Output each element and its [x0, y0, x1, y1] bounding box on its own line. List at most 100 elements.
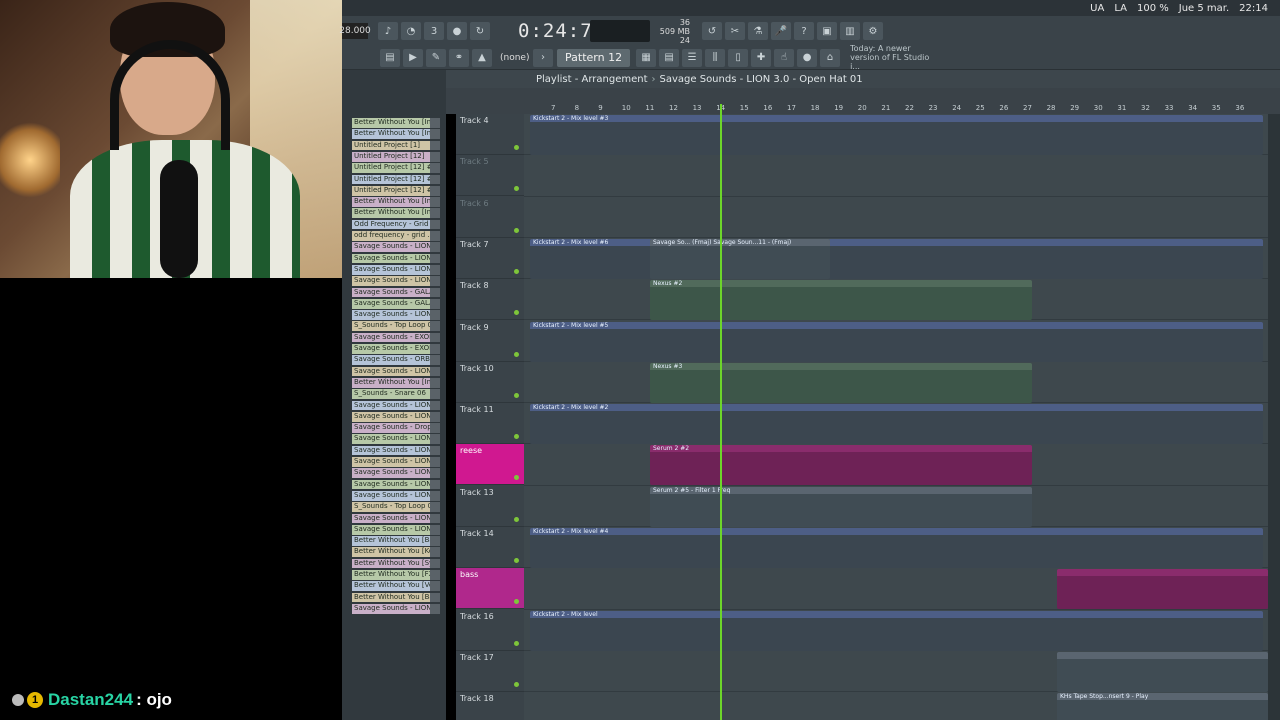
browser-item[interactable]: Savage Sounds - LION ...	[352, 411, 440, 422]
pattern-clip[interactable]: Savage So... (Fmaj) Savage Soun...11 - (…	[650, 238, 830, 279]
browser-item[interactable]: Savage Sounds - LION ...	[352, 468, 440, 479]
save-icon[interactable]: ▣	[817, 22, 837, 40]
browser-item[interactable]: Savage Sounds - LION ...	[352, 253, 440, 264]
track-header[interactable]: Track 6	[456, 197, 524, 238]
link-icon[interactable]: ⚭	[449, 48, 469, 67]
track-led-icon[interactable]	[514, 599, 519, 605]
track-led-icon[interactable]	[514, 640, 519, 646]
menubar-item[interactable]: LA	[1114, 3, 1127, 14]
track-led-icon[interactable]	[514, 392, 519, 398]
browser-item[interactable]: Savage Sounds - GALA...	[352, 298, 440, 309]
track-header[interactable]: Track 10	[456, 362, 524, 403]
track-header[interactable]: Track 11	[456, 403, 524, 445]
playlist-grid[interactable]: Kickstart 2 - Mix level #3 Kickstart 2 - …	[524, 114, 1268, 720]
browser-item[interactable]: Better Without You [Ins...	[352, 377, 440, 388]
vertical-scrollbar[interactable]	[1268, 114, 1280, 720]
stamp-icon[interactable]: ▲	[472, 48, 492, 67]
pattern-clip[interactable]: Kickstart 2 - Mix level #4	[530, 528, 1263, 568]
browser-item[interactable]: Savage Sounds - ORBI...	[352, 355, 440, 366]
track-header[interactable]: Track 17	[456, 651, 524, 692]
countdown-icon[interactable]: 3	[424, 22, 444, 40]
track-led-icon[interactable]	[514, 516, 519, 522]
track-led-icon[interactable]	[514, 268, 519, 274]
wait-icon[interactable]: ◔	[401, 22, 421, 40]
track-header[interactable]: reese	[456, 444, 524, 486]
browser-item[interactable]: Savage Sounds - EXOD...	[352, 332, 440, 343]
browser-item[interactable]: S_Sounds - Top Loop 01	[352, 321, 440, 332]
browser-item[interactable]: Odd Frequency - Grid	[352, 219, 440, 230]
browser-item[interactable]: Better Without You [Vo...	[352, 581, 440, 592]
browser-item[interactable]: Savage Sounds - LION ...	[352, 445, 440, 456]
track-led-icon[interactable]	[514, 475, 519, 481]
clock[interactable]: 22:14	[1239, 3, 1268, 14]
brush-icon[interactable]: ✎	[426, 48, 446, 67]
track-header[interactable]: bass	[456, 568, 524, 610]
record-icon[interactable]: ●	[797, 48, 818, 67]
playhead[interactable]	[720, 104, 722, 720]
pattern-clip[interactable]: Kickstart 2 - Mix level	[530, 610, 1263, 651]
pattern-clip[interactable]: KHs Tape Stop...nsert 9 - Play	[1057, 693, 1268, 720]
pattern-clip[interactable]	[1057, 651, 1268, 692]
cut-icon[interactable]: ✂	[725, 22, 745, 40]
track-header[interactable]: Track 18	[456, 692, 524, 720]
browser-item[interactable]: Savage Sounds - LION ...	[352, 264, 440, 275]
browser-item[interactable]: S_Sounds - Top Loop 02	[352, 502, 440, 512]
pattern-clip[interactable]: Kickstart 2 - Mix level #6	[530, 238, 1263, 279]
pattern-clip[interactable]	[1057, 569, 1268, 610]
browser-item[interactable]: Savage Sounds - LION ...	[352, 479, 440, 490]
track-header[interactable]: Track 8	[456, 279, 524, 321]
browser-item[interactable]: Untitled Project [12] #4	[352, 185, 440, 196]
timeline-ruler[interactable]: 7891011121314151617181920212223242526272…	[446, 88, 1280, 114]
menubar-item[interactable]: UA	[1090, 3, 1104, 14]
snap-select[interactable]: (none)	[500, 53, 530, 63]
browser-item[interactable]: Better Without You [Sy...	[352, 558, 440, 569]
browser-item[interactable]: Untitled Project [12] #3	[352, 174, 440, 185]
play-icon[interactable]: ▶	[403, 48, 423, 67]
pattern-clip[interactable]: Nexus #3	[650, 362, 1032, 403]
track-header[interactable]: Track 5	[456, 155, 524, 197]
browser-item[interactable]: Savage Sounds - LION ...	[352, 366, 440, 377]
browser-item[interactable]: Untitled Project [1]	[352, 140, 440, 151]
loop-icon[interactable]: ↻	[470, 22, 490, 40]
track-lane[interactable]	[524, 197, 1268, 238]
browser-item[interactable]: Savage Sounds - LION ...	[352, 490, 440, 501]
track-led-icon[interactable]	[514, 434, 519, 440]
touch-icon[interactable]: ☝	[774, 48, 795, 67]
piano-roll-icon[interactable]: ▤	[659, 48, 680, 67]
mic-icon[interactable]: 🎤	[771, 22, 791, 40]
track-header[interactable]: Track 16	[456, 610, 524, 651]
browser-item[interactable]: Better Without You [Ins...	[352, 129, 440, 140]
browser-icon[interactable]: ▯	[728, 48, 749, 67]
browser-item[interactable]: Better Without You [Ins...	[352, 208, 440, 219]
browser-item[interactable]: Savage Sounds - LION ...	[352, 276, 440, 286]
mixer-icon[interactable]: ▥	[840, 22, 860, 40]
track-header[interactable]: Track 4	[456, 114, 524, 155]
browser-item[interactable]: Savage Sounds - Drop ...	[352, 423, 440, 433]
track-led-icon[interactable]	[514, 558, 519, 563]
help-icon[interactable]: ?	[794, 22, 814, 40]
track-header[interactable]: Track 13	[456, 486, 524, 527]
track-header[interactable]: Track 14	[456, 527, 524, 568]
browser-item[interactable]: Savage Sounds - LION ...	[352, 524, 440, 535]
pattern-clip[interactable]: Nexus #2	[650, 280, 1032, 321]
browser-item[interactable]: Better Without You [Ins...	[352, 118, 440, 128]
pattern-clip[interactable]: Serum 2 #2	[650, 445, 1032, 486]
browser-item[interactable]: S_Sounds - Snare 06	[352, 389, 440, 399]
track-led-icon[interactable]	[514, 145, 519, 150]
pattern-clip[interactable]: Kickstart 2 - Mix level #3	[530, 115, 1263, 155]
tempo-display[interactable]: 28.000	[339, 23, 371, 39]
date[interactable]: Jue 5 mar.	[1179, 3, 1229, 14]
browser-item[interactable]: Untitled Project [12]	[352, 151, 440, 162]
browser-item[interactable]: Savage Sounds - LION ...	[352, 457, 440, 467]
playlist-icon[interactable]: ▤	[380, 48, 400, 67]
browser-item[interactable]: Savage Sounds - LION ...	[352, 400, 440, 411]
record-blend-icon[interactable]: ●	[447, 22, 467, 40]
browser-item[interactable]: Untitled Project [12] #2	[352, 163, 440, 173]
browser-item[interactable]: Savage Sounds - LION ...	[352, 603, 440, 614]
browser-item[interactable]: Savage Sounds - LION ...	[352, 513, 440, 524]
channel-rack-icon[interactable]: ☰	[682, 48, 703, 67]
browser-item[interactable]: Better Without You [FX]	[352, 570, 440, 580]
pattern-selector[interactable]: Pattern 12	[557, 48, 631, 67]
battery-percent[interactable]: 100 %	[1137, 3, 1169, 14]
browser-item[interactable]: Savage Sounds - LION ...	[352, 310, 440, 320]
